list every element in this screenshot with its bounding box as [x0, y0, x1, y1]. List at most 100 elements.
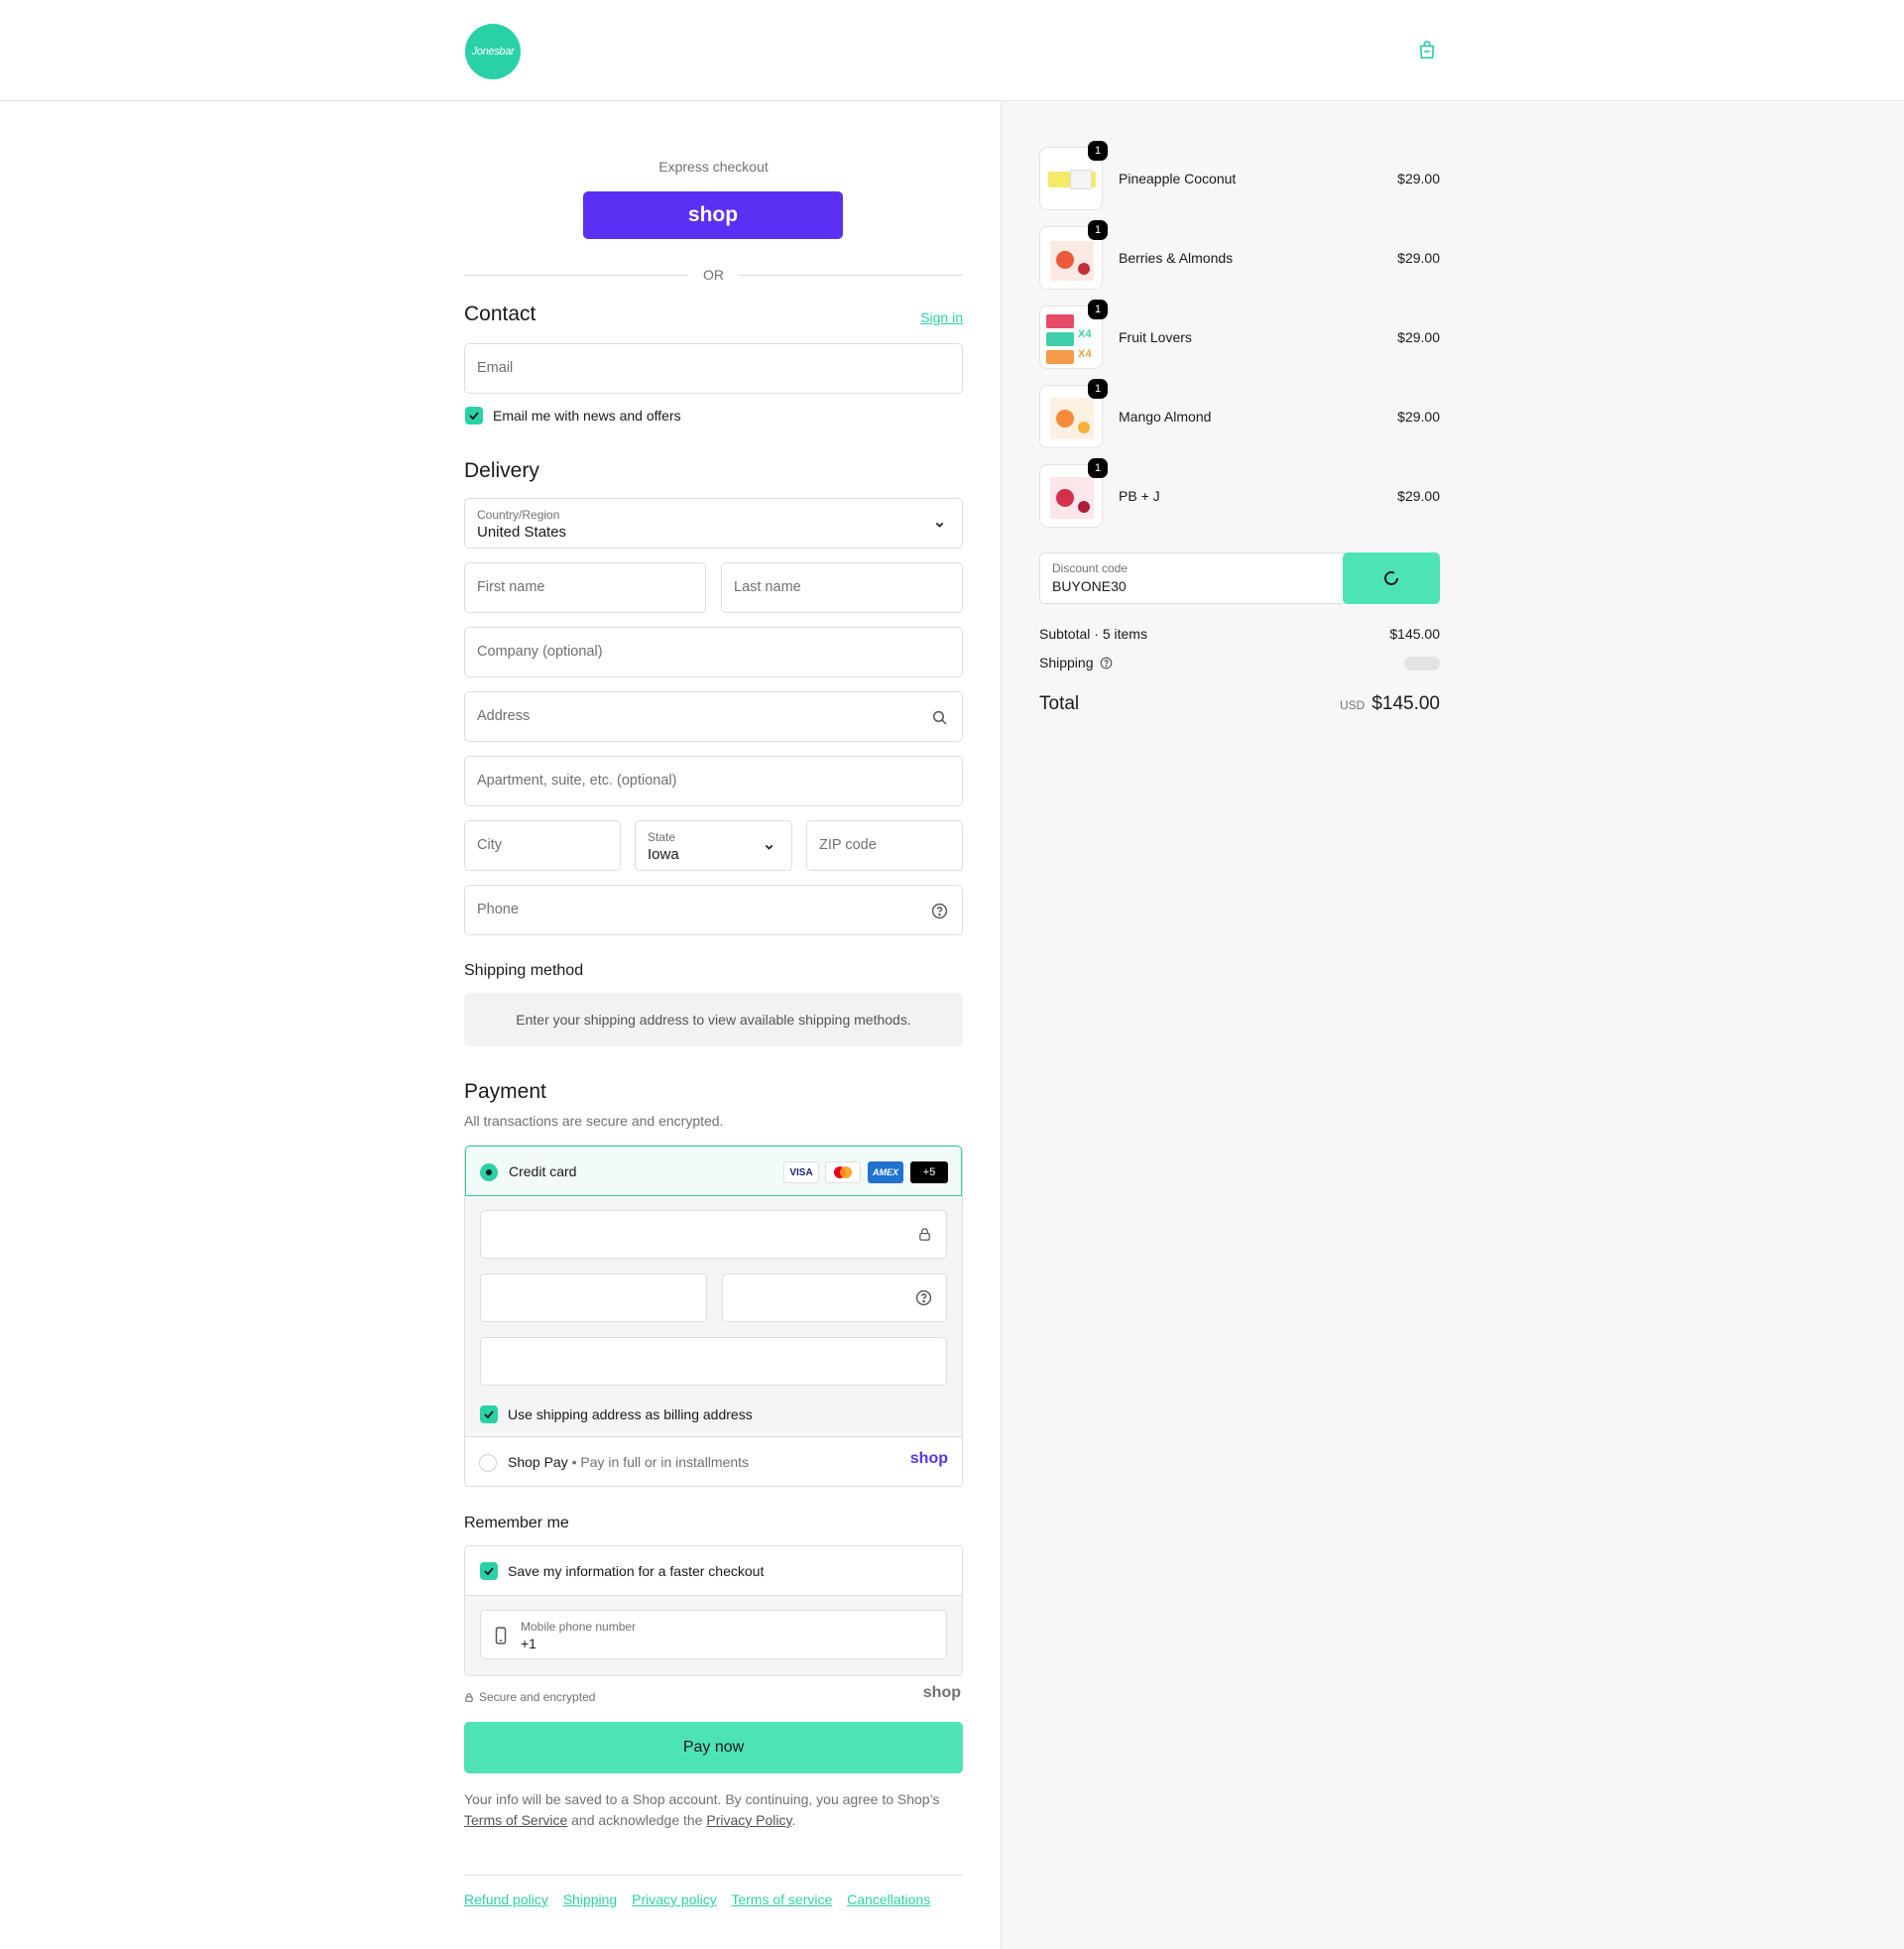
help-circle-icon[interactable] — [1100, 657, 1113, 670]
cart-item: X4 X4 1 Fruit Lovers $29.00 — [1039, 300, 1440, 371]
payment-subtitle: All transactions are secure and encrypte… — [464, 1113, 724, 1129]
shipping-method-title: Shipping method — [464, 962, 584, 979]
phone-field[interactable]: Phone — [464, 885, 963, 935]
mobile-phone-label: Mobile phone number — [521, 1620, 637, 1634]
order-summary-panel — [1001, 101, 1904, 1949]
check-icon — [484, 1410, 494, 1419]
news-label: Email me with news and offers — [493, 408, 681, 424]
shop-pay-radio[interactable] — [479, 1454, 497, 1472]
remember-title: Remember me — [464, 1515, 569, 1531]
card-number-field[interactable] — [480, 1210, 947, 1259]
state-select[interactable]: State Iowa — [635, 820, 792, 871]
first-name-field[interactable]: First name — [464, 562, 706, 613]
country-value: United States — [477, 524, 567, 541]
address-field[interactable]: Address — [464, 691, 963, 742]
or-divider: OR — [464, 265, 963, 285]
zip-field[interactable]: ZIP code — [806, 820, 963, 871]
name-on-card-field[interactable] — [480, 1337, 947, 1386]
footer-divider — [464, 1875, 963, 1876]
shop-pay-express-button[interactable]: shop — [583, 191, 843, 239]
first-name-placeholder: First name — [477, 579, 545, 595]
refund-policy-link[interactable]: Refund policy — [464, 1891, 548, 1907]
save-info-checkbox[interactable] — [480, 1562, 498, 1580]
more-cards-badge: +5 — [910, 1161, 948, 1183]
footer-links: Refund policy Shipping Privacy policy Te… — [464, 1891, 941, 1907]
quantity-badge: 1 — [1088, 458, 1108, 478]
country-select[interactable]: Country/Region United States — [464, 498, 963, 548]
last-name-placeholder: Last name — [734, 579, 801, 595]
cart-item: 1 PB + J $29.00 — [1039, 458, 1440, 530]
legal-text: Your info will be saved to a Shop accoun… — [464, 1789, 963, 1831]
credit-card-form: Use shipping address as billing address — [465, 1196, 962, 1437]
quantity-badge: 1 — [1088, 220, 1108, 240]
sign-in-link[interactable]: Sign in — [920, 309, 963, 325]
quantity-badge: 1 — [1088, 379, 1108, 399]
save-info-label: Save my information for a faster checkou… — [508, 1563, 765, 1579]
mobile-phone-value: +1 — [521, 1636, 536, 1651]
privacy-policy-link[interactable]: Privacy policy — [632, 1891, 717, 1907]
discount-label: Discount code — [1052, 561, 1129, 575]
shopping-bag-icon[interactable] — [1416, 40, 1438, 61]
mobile-phone-field[interactable]: Mobile phone number +1 — [480, 1610, 947, 1659]
help-circle-icon[interactable] — [915, 1289, 932, 1306]
news-checkbox[interactable] — [465, 407, 483, 425]
currency-code: USD — [1339, 698, 1366, 712]
lock-icon — [919, 1228, 930, 1241]
cancellations-link[interactable]: Cancellations — [847, 1891, 930, 1907]
loading-spinner-icon — [1384, 571, 1398, 585]
total-value: $145.00 — [1371, 693, 1440, 714]
check-icon — [469, 412, 479, 421]
store-logo[interactable]: Jonesbar — [465, 24, 521, 79]
email-field[interactable]: Email — [464, 343, 963, 394]
quantity-badge: 1 — [1088, 141, 1108, 161]
last-name-field[interactable]: Last name — [721, 562, 963, 613]
lock-icon — [465, 1692, 473, 1702]
credit-card-label: Credit card — [509, 1163, 577, 1179]
search-icon — [932, 710, 947, 725]
header: Jonesbar — [0, 0, 1904, 101]
cart-item: 1 Berries & Almonds $29.00 — [1039, 220, 1440, 292]
item-price: $29.00 — [1397, 409, 1440, 425]
discount-code-field[interactable]: Discount code BUYONE30 — [1039, 552, 1363, 604]
apartment-placeholder: Apartment, suite, etc. (optional) — [477, 773, 677, 789]
item-price: $29.00 — [1397, 329, 1440, 345]
shop-pay-option[interactable]: Shop Pay • Pay in full or in installment… — [465, 1438, 962, 1486]
shop-pay-label: Shop Pay • Pay in full or in installment… — [508, 1454, 749, 1470]
terms-link[interactable]: Terms of Service — [464, 1812, 567, 1828]
delivery-title: Delivery — [464, 459, 539, 482]
billing-checkbox[interactable] — [480, 1405, 498, 1423]
mobile-phone-icon — [495, 1627, 507, 1644]
item-name: Berries & Almonds — [1119, 250, 1234, 266]
company-placeholder: Company (optional) — [477, 644, 603, 660]
phone-placeholder: Phone — [477, 902, 519, 917]
credit-card-option[interactable]: Credit card VISA AMEX +5 — [465, 1146, 962, 1196]
credit-card-radio[interactable] — [480, 1163, 498, 1181]
security-code-field[interactable] — [722, 1274, 947, 1322]
apply-discount-button[interactable] — [1343, 552, 1440, 604]
billing-label: Use shipping address as billing address — [508, 1406, 753, 1422]
help-circle-icon[interactable] — [931, 903, 948, 919]
item-name: Pineapple Coconut — [1119, 171, 1237, 186]
expiry-field[interactable] — [480, 1274, 707, 1322]
state-label: State — [648, 830, 676, 844]
legal-end: . — [791, 1812, 796, 1828]
email-placeholder: Email — [477, 360, 514, 376]
address-placeholder: Address — [477, 708, 531, 724]
pay-now-button[interactable]: Pay now — [464, 1722, 963, 1773]
privacy-link[interactable]: Privacy Policy — [706, 1812, 791, 1828]
total-amount: USD $145.00 — [1340, 693, 1440, 715]
apartment-field[interactable]: Apartment, suite, etc. (optional) — [464, 756, 963, 806]
shipping-label: Shipping — [1039, 655, 1094, 670]
shipping-link[interactable]: Shipping — [563, 1891, 618, 1907]
payment-methods: Credit card VISA AMEX +5 Use shipping ad… — [464, 1145, 963, 1487]
terms-of-service-link[interactable]: Terms of service — [731, 1891, 832, 1907]
item-price: $29.00 — [1397, 250, 1440, 266]
country-label: Country/Region — [477, 508, 560, 522]
company-field[interactable]: Company (optional) — [464, 627, 963, 677]
remember-phone-section: Mobile phone number +1 — [465, 1595, 962, 1675]
city-placeholder: City — [477, 837, 502, 853]
item-name: Fruit Lovers — [1119, 329, 1192, 345]
city-field[interactable]: City — [464, 820, 621, 871]
secure-label: Secure and encrypted — [479, 1690, 596, 1704]
express-checkout-title: Express checkout — [658, 159, 769, 175]
